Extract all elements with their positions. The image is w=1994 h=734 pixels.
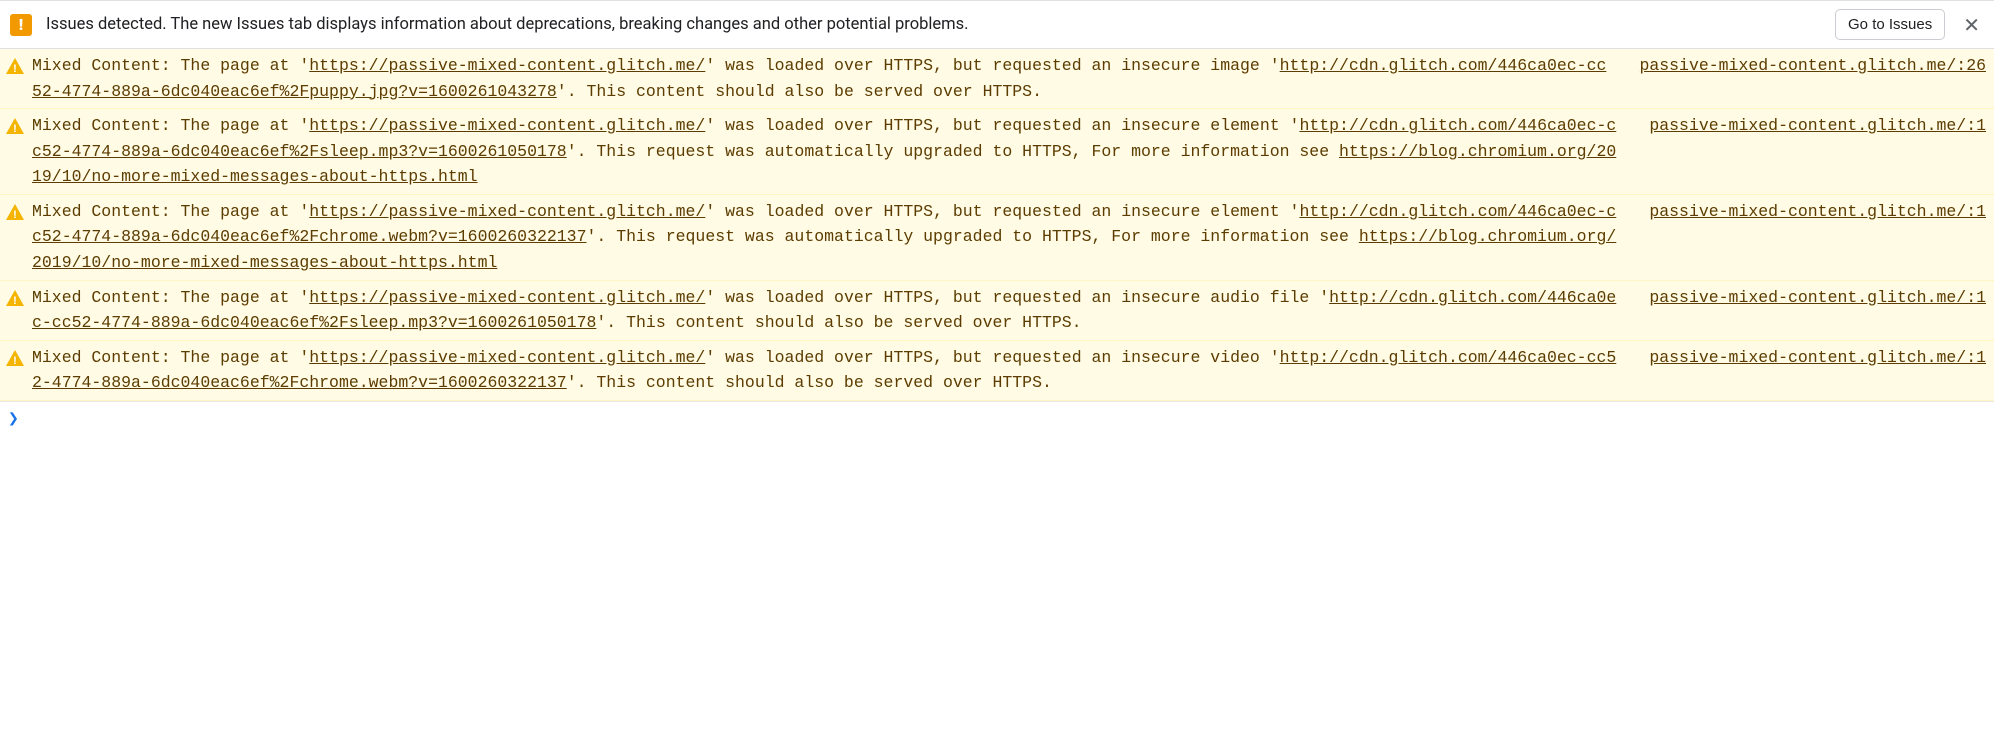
console-warning-row: Mixed Content: The page at 'https://pass… [0, 281, 1994, 341]
message-text: '. This content should also be served ov… [596, 313, 1081, 332]
message-text: '. This request was automatically upgrad… [587, 227, 1359, 246]
message-text: ' was loaded over HTTPS, but requested a… [705, 348, 1279, 367]
console-prompt[interactable]: ❯ [0, 401, 1994, 436]
message-text: ' was loaded over HTTPS, but requested a… [705, 288, 1329, 307]
console-message-list: Mixed Content: The page at 'https://pass… [0, 49, 1994, 401]
page-url-link[interactable]: https://passive-mixed-content.glitch.me/ [309, 56, 705, 75]
message-text: ' was loaded over HTTPS, but requested a… [705, 116, 1299, 135]
console-warning-row: Mixed Content: The page at 'https://pass… [0, 341, 1994, 401]
message-body: Mixed Content: The page at 'https://pass… [32, 285, 1617, 336]
issues-bar: ! Issues detected. The new Issues tab di… [0, 0, 1994, 49]
warning-icon [6, 204, 24, 220]
message-text: '. This content should also be served ov… [557, 82, 1042, 101]
source-location-link[interactable]: passive-mixed-content.glitch.me/:1 [1649, 199, 1986, 225]
page-url-link[interactable]: https://passive-mixed-content.glitch.me/ [309, 288, 705, 307]
message-body: Mixed Content: The page at 'https://pass… [32, 113, 1617, 190]
source-location-link[interactable]: passive-mixed-content.glitch.me/:1 [1649, 285, 1986, 311]
message-text: '. This request was automatically upgrad… [567, 142, 1339, 161]
message-text: Mixed Content: The page at ' [32, 202, 309, 221]
source-location-link[interactable]: passive-mixed-content.glitch.me/:26 [1639, 53, 1986, 79]
page-url-link[interactable]: https://passive-mixed-content.glitch.me/ [309, 348, 705, 367]
issues-text: Issues detected. The new Issues tab disp… [46, 15, 1821, 34]
prompt-chevron-icon: ❯ [8, 410, 19, 430]
message-body: Mixed Content: The page at 'https://pass… [32, 345, 1617, 396]
message-body: Mixed Content: The page at 'https://pass… [32, 53, 1607, 104]
source-location-link[interactable]: passive-mixed-content.glitch.me/:1 [1649, 113, 1986, 139]
close-icon[interactable]: ✕ [1959, 15, 1984, 35]
page-url-link[interactable]: https://passive-mixed-content.glitch.me/ [309, 202, 705, 221]
message-text: Mixed Content: The page at ' [32, 116, 309, 135]
go-to-issues-button[interactable]: Go to Issues [1835, 9, 1945, 40]
warning-icon [6, 350, 24, 366]
message-text: '. This content should also be served ov… [567, 373, 1052, 392]
page-url-link[interactable]: https://passive-mixed-content.glitch.me/ [309, 116, 705, 135]
message-text: Mixed Content: The page at ' [32, 56, 309, 75]
console-warning-row: Mixed Content: The page at 'https://pass… [0, 49, 1994, 109]
warning-icon [6, 290, 24, 306]
message-text: ' was loaded over HTTPS, but requested a… [705, 56, 1279, 75]
console-warning-row: Mixed Content: The page at 'https://pass… [0, 195, 1994, 281]
message-body: Mixed Content: The page at 'https://pass… [32, 199, 1617, 276]
warning-icon [6, 58, 24, 74]
source-location-link[interactable]: passive-mixed-content.glitch.me/:1 [1649, 345, 1986, 371]
issues-icon: ! [10, 14, 32, 36]
message-text: Mixed Content: The page at ' [32, 288, 309, 307]
console-warning-row: Mixed Content: The page at 'https://pass… [0, 109, 1994, 195]
warning-icon [6, 118, 24, 134]
message-text: ' was loaded over HTTPS, but requested a… [705, 202, 1299, 221]
message-text: Mixed Content: The page at ' [32, 348, 309, 367]
